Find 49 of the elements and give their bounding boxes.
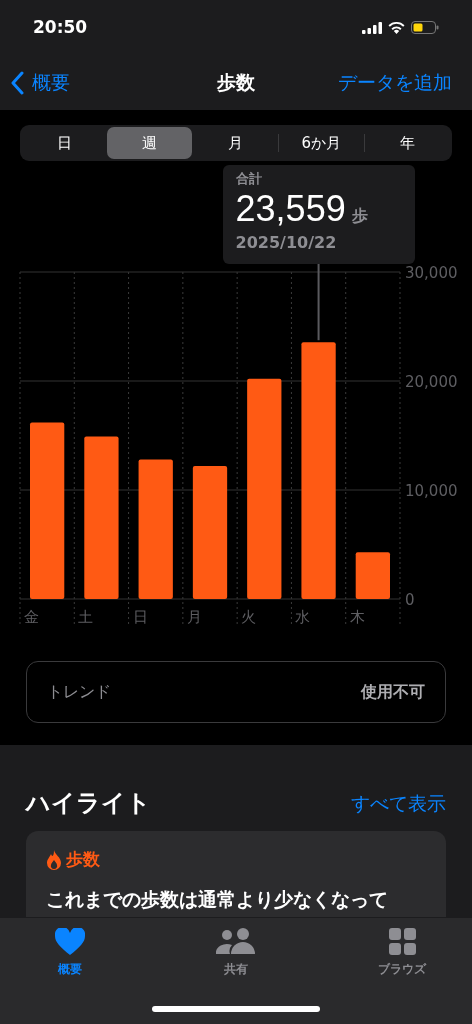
bar[interactable] — [138, 459, 173, 599]
signal-icon — [362, 21, 382, 34]
highlight-category: 歩数 — [66, 848, 100, 871]
show-all-link[interactable]: すべて表示 — [351, 788, 446, 818]
grid-icon — [388, 928, 416, 955]
axis-day-label: 火 — [241, 608, 257, 626]
status-time: 20:50 — [33, 15, 88, 39]
tab-bar-item[interactable]: ブラウズ — [357, 928, 447, 977]
axis-day-label: 金 — [24, 608, 39, 626]
tab-bar-item[interactable]: 共有 — [191, 928, 281, 977]
period-tab[interactable]: 週 — [107, 127, 193, 159]
axis-tick-label: 20,000 — [405, 373, 458, 391]
flame-icon — [46, 849, 62, 870]
add-data-link[interactable]: データを追加 — [338, 68, 452, 97]
trend-value: 使用不可 — [361, 681, 425, 703]
tab-bar-item[interactable]: 概要 — [25, 928, 115, 977]
heart-icon — [55, 928, 85, 955]
tooltip-label: 合計 — [235, 170, 263, 188]
page-title: 歩数 — [217, 70, 255, 96]
chevron-left-icon — [10, 70, 24, 95]
axis-tick-label: 30,000 — [405, 264, 458, 282]
axis-day-label: 土 — [78, 608, 94, 626]
bar[interactable] — [192, 466, 228, 599]
tooltip-unit: 歩 — [351, 207, 368, 224]
battery-icon — [411, 21, 439, 34]
bar[interactable] — [355, 552, 390, 599]
highlight-card[interactable]: 歩数 これまでの歩数は通常より少なくなって — [26, 831, 446, 917]
axis-tick-label: 10,000 — [405, 482, 458, 500]
axis-day-label: 月 — [186, 608, 202, 626]
bar[interactable] — [84, 436, 119, 599]
tooltip-value: 23,559 — [235, 190, 346, 227]
period-tab[interactable]: 日 — [22, 127, 108, 159]
trend-label: トレンド — [47, 681, 111, 703]
people-icon — [216, 928, 256, 955]
axis-day-label: 木 — [349, 608, 365, 626]
section-heading: ハイライト — [26, 788, 151, 819]
wifi-icon — [388, 21, 405, 34]
axis-day-label: 水 — [295, 608, 311, 626]
bar[interactable] — [301, 342, 336, 599]
period-tab[interactable]: 月 — [192, 127, 278, 159]
bar[interactable] — [30, 422, 65, 599]
axis-day-label: 日 — [132, 608, 148, 626]
axis-tick-label: 0 — [405, 591, 415, 609]
period-tab[interactable]: 6か月 — [278, 127, 364, 159]
tooltip-date: 2025/10/22 — [235, 231, 338, 254]
highlight-text: これまでの歩数は通常より少なくなって — [46, 886, 389, 912]
period-tab[interactable]: 年 — [364, 127, 450, 159]
back-link[interactable]: 概要 — [10, 68, 70, 97]
bar[interactable] — [247, 378, 282, 599]
